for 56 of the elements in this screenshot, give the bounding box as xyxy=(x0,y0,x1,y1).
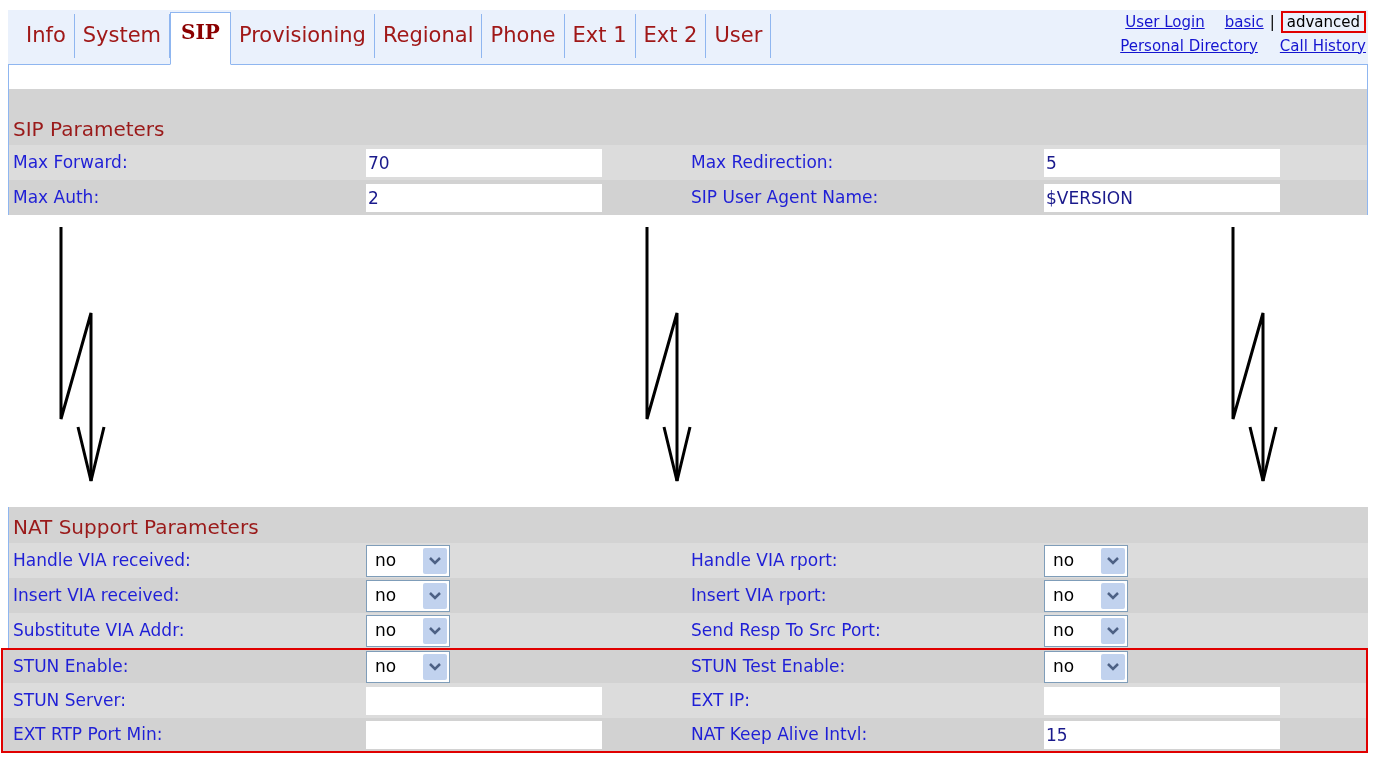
text-field[interactable]: 70 xyxy=(366,148,602,177)
chevron-down-icon xyxy=(1101,653,1125,680)
chevron-down-icon xyxy=(423,653,447,680)
tab[interactable]: Regional xyxy=(374,14,483,58)
chevron-down-icon xyxy=(423,582,447,609)
field-label: STUN Server: xyxy=(13,688,126,712)
text-field[interactable] xyxy=(366,720,602,749)
text-field[interactable]: 15 xyxy=(1044,720,1280,749)
text-field[interactable]: 2 xyxy=(366,183,602,212)
view-mode-link[interactable]: basic xyxy=(1224,11,1264,34)
field-label: STUN Test Enable: xyxy=(691,654,846,678)
tab[interactable]: SIP xyxy=(170,12,231,65)
chevron-down-icon xyxy=(423,617,447,644)
login-link[interactable]: User Login xyxy=(1125,11,1205,34)
tab[interactable]: Phone xyxy=(482,14,565,58)
tab[interactable]: Ext 1 xyxy=(564,14,636,58)
field-label: Handle VIA rport: xyxy=(691,548,838,572)
text-field[interactable] xyxy=(366,686,602,715)
text-field[interactable] xyxy=(1044,686,1280,715)
field-label: EXT RTP Port Min: xyxy=(13,722,163,746)
field-label: Max Forward: xyxy=(13,150,128,174)
dropdown[interactable]: no xyxy=(366,544,450,577)
chevron-down-icon xyxy=(1101,547,1125,574)
dropdown[interactable]: no xyxy=(366,614,450,647)
tab[interactable]: Ext 2 xyxy=(635,14,707,58)
dropdown[interactable]: no xyxy=(1044,650,1128,683)
field-label: Max Auth: xyxy=(13,185,100,209)
view-mode-link[interactable]: advanced xyxy=(1280,11,1366,34)
section-title: NAT Support Parameters xyxy=(13,514,259,541)
dropdown[interactable]: no xyxy=(1044,579,1128,612)
chevron-down-icon xyxy=(1101,617,1125,644)
tab[interactable]: Info xyxy=(18,14,75,58)
field-label: NAT Keep Alive Intvl: xyxy=(691,722,868,746)
field-label: Send Resp To Src Port: xyxy=(691,618,881,642)
field-label: SIP User Agent Name: xyxy=(691,185,879,209)
text-field[interactable]: $VERSION xyxy=(1044,183,1280,212)
text-field[interactable]: 5 xyxy=(1044,148,1280,177)
directory-link[interactable]: Personal Directory xyxy=(1120,34,1258,57)
tab[interactable]: User xyxy=(706,14,772,58)
field-label: Handle VIA received: xyxy=(13,548,191,572)
section-title: SIP Parameters xyxy=(13,116,165,143)
chevron-down-icon xyxy=(1101,582,1125,609)
field-label: STUN Enable: xyxy=(13,654,129,678)
dropdown[interactable]: no xyxy=(366,579,450,612)
field-label: Insert VIA rport: xyxy=(691,583,827,607)
dropdown[interactable]: no xyxy=(1044,614,1128,647)
field-label: Insert VIA received: xyxy=(13,583,180,607)
field-label: Substitute VIA Addr: xyxy=(13,618,185,642)
chevron-down-icon xyxy=(423,547,447,574)
field-label: EXT IP: xyxy=(691,688,750,712)
separator-text: | xyxy=(1269,12,1275,33)
tab[interactable]: Provisioning xyxy=(230,14,375,58)
dropdown[interactable]: no xyxy=(1044,544,1128,577)
field-label: Max Redirection: xyxy=(691,150,834,174)
dropdown[interactable]: no xyxy=(366,650,450,683)
history-link[interactable]: Call History xyxy=(1279,34,1366,57)
